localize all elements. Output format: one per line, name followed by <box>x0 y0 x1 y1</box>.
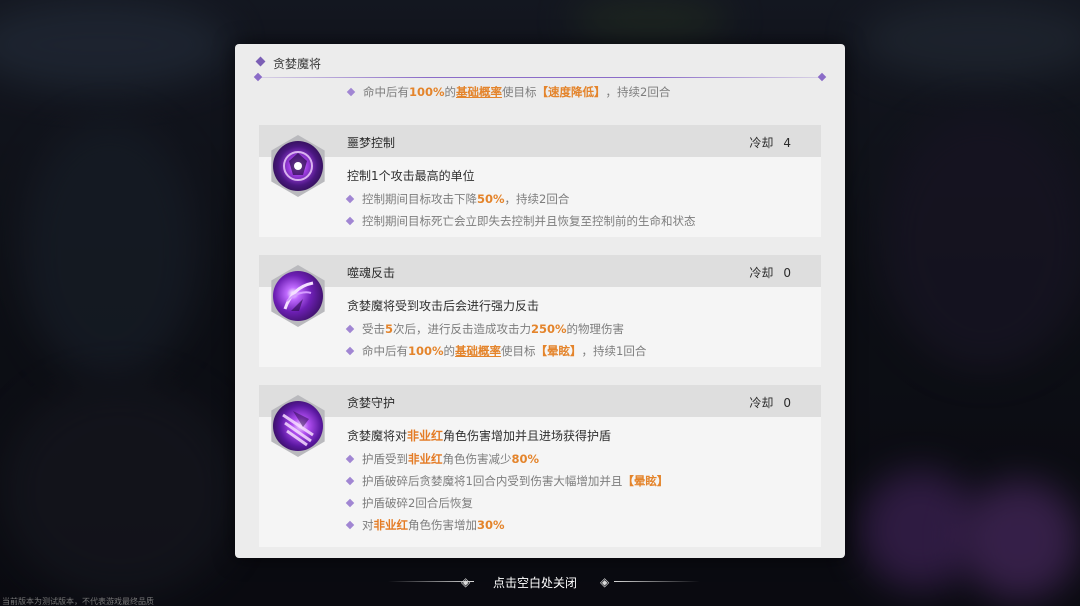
effect-text: 的 <box>443 344 456 358</box>
description-text: 贪婪魔将对 <box>347 429 408 443</box>
effect-line: 受击 5 次后，进行反击造成攻击力 250% 的物理伤害 <box>345 318 646 340</box>
greed-guard-icon <box>273 401 323 451</box>
skill-effects: 受击 5 次后，进行反击造成攻击力 250% 的物理伤害 命中后有 100% 的基础概率 使目… <box>345 318 647 362</box>
bullet-diamond-icon <box>345 346 355 356</box>
effect-text: 使目标 <box>501 344 536 358</box>
effect-line: 控制期间目标死亡会立即失去控制并且恢复至控制前的生命和状态 <box>345 210 696 232</box>
cooldown-value: 0 <box>783 396 791 410</box>
effect-line: 控制期间目标攻击下降 50% ，持续2回合 <box>345 188 696 210</box>
skill-effects: 控制期间目标攻击下降 50% ，持续2回合 控制期间目标死亡会立即失去控制并且恢复至… <box>345 188 696 232</box>
cooldown: 冷却 0 <box>749 394 791 411</box>
effect-text: 受击 <box>362 322 385 336</box>
skill-name: 噩梦控制 <box>347 136 396 150</box>
hint-divider <box>614 581 700 582</box>
effect-text: 护盾受到 <box>362 452 408 466</box>
boss-skill-panel: 贪婪魔将 命中后有 100% 的基础概率 使目标 【速度降低】 ，持续2回合 噩梦控制 冷… <box>235 44 845 558</box>
skill-description: 贪婪魔将受到攻击后会进行强力反击 <box>347 299 540 313</box>
effect-text: 角色伤害增加 <box>408 518 477 532</box>
skill-icon-frame <box>267 395 329 457</box>
effect-value: 50% <box>477 192 505 206</box>
bullet-diamond-icon <box>345 454 355 464</box>
effect-rate: 100% <box>408 344 444 358</box>
effect-text: 次后，进行反击造成攻击力 <box>393 322 532 336</box>
cooldown: 冷却 0 <box>749 264 791 281</box>
previous-skill-effect: 命中后有 100% 的基础概率 使目标 【速度降低】 ，持续2回合 <box>346 81 671 103</box>
skill-icon-frame <box>267 135 329 197</box>
skill-title-bar <box>259 385 821 417</box>
faction-keyword: 非业红 <box>408 452 443 466</box>
effect-line: 护盾受到 非业红 角色伤害减少 80% <box>345 448 668 470</box>
effect-text: 使目标 <box>502 85 537 99</box>
status-stun-link[interactable]: 【晕眩】 <box>622 473 668 489</box>
effect-text: 命中后有 <box>362 344 408 358</box>
effect-value: 80% <box>511 452 540 466</box>
close-hint-area[interactable]: ◈ 点击空白处关闭 ◈ <box>0 572 1080 590</box>
effect-text: 控制期间目标攻击下降 <box>362 192 477 206</box>
close-hint-label[interactable]: 点击空白处关闭 <box>493 574 577 591</box>
bullet-diamond-icon <box>345 476 355 486</box>
skill-card-soul-counter: 噬魂反击 冷却 0 贪婪魔将受到攻击后会进行强力反击 受击 5 次后，进行反击造成攻击… <box>259 255 821 367</box>
chevron-left-icon: ◈ <box>461 575 471 589</box>
effect-value: 250% <box>531 322 567 336</box>
chevron-right-icon: ◈ <box>600 575 610 589</box>
faction-keyword: 非业红 <box>373 518 409 532</box>
effect-text: 的 <box>444 85 457 99</box>
base-probability-term-link[interactable]: 基础概率 <box>456 84 502 100</box>
base-probability-term-link[interactable]: 基础概率 <box>455 343 501 359</box>
skill-description: 控制1个攻击最高的单位 <box>347 169 475 183</box>
effect-text: 控制期间目标死亡会立即失去控制并且恢复至控制前的生命和状态 <box>362 214 696 228</box>
status-stun-link[interactable]: 【晕眩】 <box>536 343 582 359</box>
skill-icon-frame <box>267 265 329 327</box>
effect-text: 护盾破碎后贪婪魔将1回合内受到伤害大幅增加并且 <box>362 474 623 488</box>
bullet-diamond-icon <box>345 324 355 334</box>
effect-text: ，持续2回合 <box>504 192 570 206</box>
cooldown-label: 冷却 <box>749 396 774 410</box>
effect-line: 护盾破碎2回合后恢复 <box>345 492 668 514</box>
effect-text: 角色伤害减少 <box>442 452 512 466</box>
effect-text: ，持续2回合 <box>605 85 671 99</box>
effect-text: 护盾破碎2回合后恢复 <box>362 496 473 510</box>
effect-rate: 100% <box>409 85 445 99</box>
bullet-diamond-icon <box>345 194 355 204</box>
skill-name: 贪婪守护 <box>347 396 396 410</box>
faction-keyword: 非业红 <box>407 429 444 443</box>
effect-text: 的物理伤害 <box>566 322 625 336</box>
cooldown-label: 冷却 <box>749 266 774 280</box>
skill-name: 噬魂反击 <box>347 266 396 280</box>
effect-text: 命中后有 <box>363 85 409 99</box>
test-version-disclaimer: 当前版本为测试版本，不代表游戏最终品质 <box>2 597 154 606</box>
nightmare-control-icon <box>273 141 323 191</box>
skill-card-greed-guard: 贪婪守护 冷却 0 贪婪魔将对非业红角色伤害增加并且进场获得护盾 护盾受到 非业红角… <box>259 385 821 547</box>
effect-line: 命中后有 100% 的基础概率 使目标 【晕眩】 ，持续1回合 <box>345 340 647 362</box>
skill-effects: 护盾受到 非业红 角色伤害减少 80% 护盾破碎后贪婪魔将1回合内受到伤害大幅增加并且… <box>345 448 668 536</box>
diamond-icon <box>255 56 266 67</box>
soul-counter-icon <box>273 271 323 321</box>
skill-title-bar <box>259 255 821 287</box>
status-slow-link[interactable]: 【速度降低】 <box>537 84 606 100</box>
skill-description: 贪婪魔将对非业红角色伤害增加并且进场获得护盾 <box>347 427 611 444</box>
cooldown: 冷却 4 <box>749 134 791 151</box>
effect-text: ，持续1回合 <box>581 344 647 358</box>
panel-title: 贪婪魔将 <box>273 57 322 71</box>
bullet-diamond-icon <box>346 87 356 97</box>
cooldown-value: 0 <box>783 266 791 280</box>
diamond-icon <box>817 72 827 82</box>
panel-header: 贪婪魔将 <box>235 44 845 82</box>
cooldown-label: 冷却 <box>749 136 774 150</box>
cooldown-value: 4 <box>783 136 791 150</box>
description-text: 角色伤害增加并且进场获得护盾 <box>443 429 612 443</box>
bullet-diamond-icon <box>345 216 355 226</box>
effect-line: 对非业红 角色伤害增加 30% <box>345 514 668 536</box>
skill-card-nightmare-control: 噩梦控制 冷却 4 控制1个攻击最高的单位 控制期间目标攻击下降 50% ，持续2回合… <box>259 125 821 237</box>
effect-text: 对 <box>362 518 374 532</box>
skill-title-bar <box>259 125 821 157</box>
effect-value: 5 <box>385 322 394 336</box>
effect-value: 30% <box>477 518 505 532</box>
bullet-diamond-icon <box>345 498 355 508</box>
header-divider <box>257 77 823 78</box>
effect-line: 护盾破碎后贪婪魔将1回合内受到伤害大幅增加并且 【晕眩】 <box>345 470 668 492</box>
bullet-diamond-icon <box>345 520 355 530</box>
diamond-icon <box>253 72 263 82</box>
